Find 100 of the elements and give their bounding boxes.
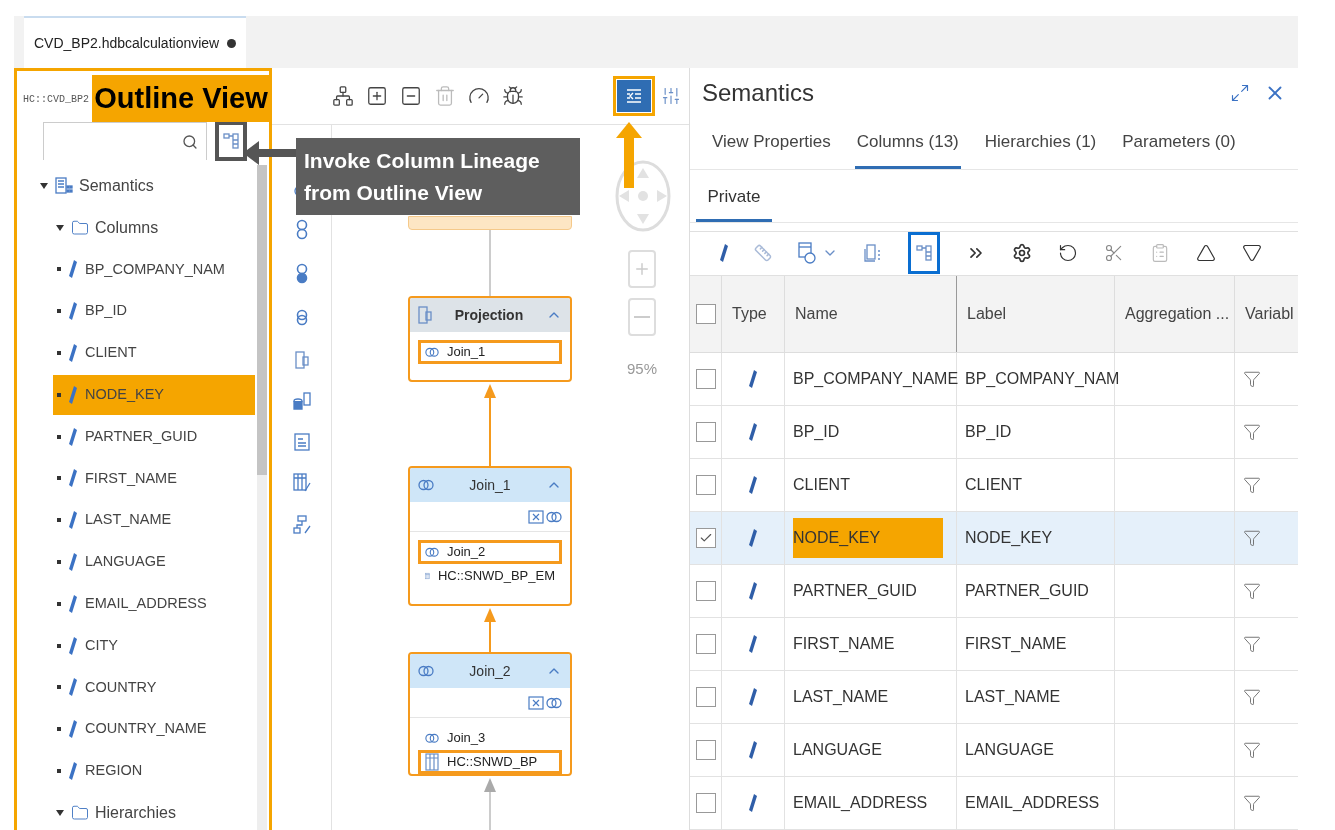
node-title: Join_2 <box>468 661 512 681</box>
row-checkbox[interactable] <box>695 687 716 707</box>
tree-item[interactable]: LAST_NAME <box>53 500 255 541</box>
row-checkbox[interactable] <box>695 793 716 813</box>
table-row[interactable]: EMAIL_ADDRESS EMAIL_ADDRESS <box>690 777 1298 830</box>
tree-item[interactable]: CLIENT <box>53 333 255 374</box>
row-checkbox[interactable] <box>695 740 716 760</box>
node-input[interactable]: Join_1 <box>418 340 562 364</box>
table-cell-text: LANGUAGE <box>965 740 1054 760</box>
tree-item-label[interactable]: Semantics <box>79 173 154 198</box>
column-header[interactable]: Aggregation ... <box>1125 302 1230 326</box>
select-all-checkbox[interactable] <box>695 304 716 324</box>
table-row[interactable]: CLIENT CLIENT <box>690 459 1298 512</box>
remove-node-icon[interactable] <box>400 85 422 107</box>
column-icon <box>69 636 77 655</box>
tree-item-label[interactable]: Hierarchies <box>95 800 176 825</box>
row-checkbox[interactable] <box>695 369 716 389</box>
table-row[interactable]: BP_ID BP_ID <box>690 406 1298 459</box>
aggregation-icon[interactable] <box>292 391 311 411</box>
row-checkbox[interactable] <box>695 634 716 654</box>
row-checkbox[interactable] <box>695 528 716 548</box>
filter-icon[interactable] <box>1243 529 1261 547</box>
node-input[interactable]: Join_2 <box>418 540 562 564</box>
table-row[interactable]: FIRST_NAME FIRST_NAME <box>690 618 1298 671</box>
diagram-node[interactable]: Projection Join_1 <box>408 296 572 382</box>
table-row[interactable]: BP_COMPANY_NAME BP_COMPANY_NAM <box>690 353 1298 406</box>
tree-item[interactable]: EMAIL_ADDRESS <box>53 583 255 624</box>
union-icon[interactable] <box>295 219 308 241</box>
search-field[interactable] <box>43 122 207 160</box>
editor-tab[interactable]: CVD_BP2.hdbcalculationview <box>24 16 247 68</box>
table-row[interactable]: PARTNER_GUID PARTNER_GUID <box>690 565 1298 618</box>
expand-icon[interactable] <box>55 807 65 818</box>
column-header[interactable]: Type <box>732 302 767 326</box>
intersect-icon[interactable] <box>295 263 308 285</box>
tree-item[interactable]: COUNTRY_NAME <box>53 709 255 750</box>
column-header[interactable]: Name <box>795 302 838 326</box>
move-down-icon[interactable] <box>1242 243 1262 264</box>
calculated-column-icon[interactable] <box>798 242 816 265</box>
filter-icon[interactable] <box>1243 688 1261 706</box>
tree-item[interactable]: LANGUAGE <box>53 542 255 583</box>
column-icon <box>749 423 757 441</box>
diagram-node[interactable]: Join_2 Join_3 HC::SNWD_BP <box>408 652 572 776</box>
table-function-icon[interactable] <box>292 473 311 493</box>
row-checkbox[interactable] <box>695 581 716 601</box>
tree-item[interactable]: PARTNER_GUID <box>53 416 255 457</box>
tab[interactable]: Parameters (0) <box>1120 118 1238 169</box>
gear-icon[interactable] <box>1012 243 1032 264</box>
panel-title: Semantics <box>702 78 815 109</box>
column-header[interactable]: Label <box>967 302 1007 326</box>
hierarchy-icon[interactable] <box>332 85 354 107</box>
tree-item[interactable]: CITY <box>53 625 255 666</box>
table-cell-text: PARTNER_GUID <box>965 581 1089 601</box>
tree-item-label: FIRST_NAME <box>85 468 177 488</box>
move-up-icon[interactable] <box>1196 243 1216 264</box>
node-input[interactable]: HC::SNWD_BP_EM <box>418 564 562 588</box>
filter-icon[interactable] <box>1243 423 1261 441</box>
graph-function-icon[interactable] <box>292 515 311 535</box>
tree-item[interactable]: COUNTRY <box>53 667 255 708</box>
tree-item-label: EMAIL_ADDRESS <box>85 594 207 613</box>
tree-item[interactable]: FIRST_NAME <box>53 458 255 499</box>
document-icon[interactable] <box>293 433 310 451</box>
tree-item[interactable]: NODE_KEY <box>53 374 255 415</box>
table-row[interactable]: NODE_KEY NODE_KEY <box>690 512 1298 565</box>
node-input[interactable]: Join_3 <box>418 726 562 750</box>
filter-icon[interactable] <box>1243 476 1261 494</box>
node-input[interactable]: HC::SNWD_BP <box>418 750 562 774</box>
diagram-node[interactable]: Join_1 Join_2 HC::SNWD_BP_EM <box>408 466 572 606</box>
filter-icon[interactable] <box>1243 370 1261 388</box>
subtab[interactable]: Private <box>696 175 772 222</box>
settings-sliders-icon[interactable] <box>661 86 681 106</box>
tree-item[interactable]: BP_ID <box>53 291 255 332</box>
tree-item-label[interactable]: Columns <box>95 215 159 240</box>
table-row[interactable]: LAST_NAME LAST_NAME <box>690 671 1298 724</box>
tab[interactable]: Columns (13) <box>854 118 961 169</box>
column-icon <box>749 476 757 494</box>
scrollbar[interactable] <box>257 165 267 830</box>
debug-icon[interactable] <box>502 85 524 107</box>
tree-item[interactable]: REGION <box>53 751 255 792</box>
tab[interactable]: View Properties <box>710 118 833 169</box>
filter-icon[interactable] <box>1243 741 1261 759</box>
expand-icon[interactable] <box>55 222 65 233</box>
filter-icon[interactable] <box>1243 582 1261 600</box>
column-lineage-button[interactable] <box>215 121 247 161</box>
add-node-icon[interactable] <box>366 85 388 107</box>
row-checkbox[interactable] <box>695 422 716 442</box>
column-header[interactable]: Variabl <box>1245 302 1294 326</box>
column-group-icon[interactable] <box>864 243 882 264</box>
table-row[interactable]: LANGUAGE LANGUAGE <box>690 724 1298 777</box>
navigation-pad-icon[interactable] <box>615 160 671 232</box>
row-checkbox[interactable] <box>695 475 716 495</box>
cut-icon[interactable] <box>1104 243 1124 264</box>
expand-icon[interactable] <box>39 180 49 191</box>
column-lineage-button[interactable] <box>908 232 940 275</box>
tab[interactable]: Hierarchies (1) <box>982 118 1099 169</box>
table-cell-text: CLIENT <box>793 475 851 495</box>
filter-icon[interactable] <box>1243 794 1261 812</box>
tree-item[interactable]: BP_COMPANY_NAM <box>53 249 255 290</box>
node-partial[interactable] <box>408 216 572 230</box>
reset-icon[interactable] <box>1058 243 1078 264</box>
filter-icon[interactable] <box>1243 635 1261 653</box>
